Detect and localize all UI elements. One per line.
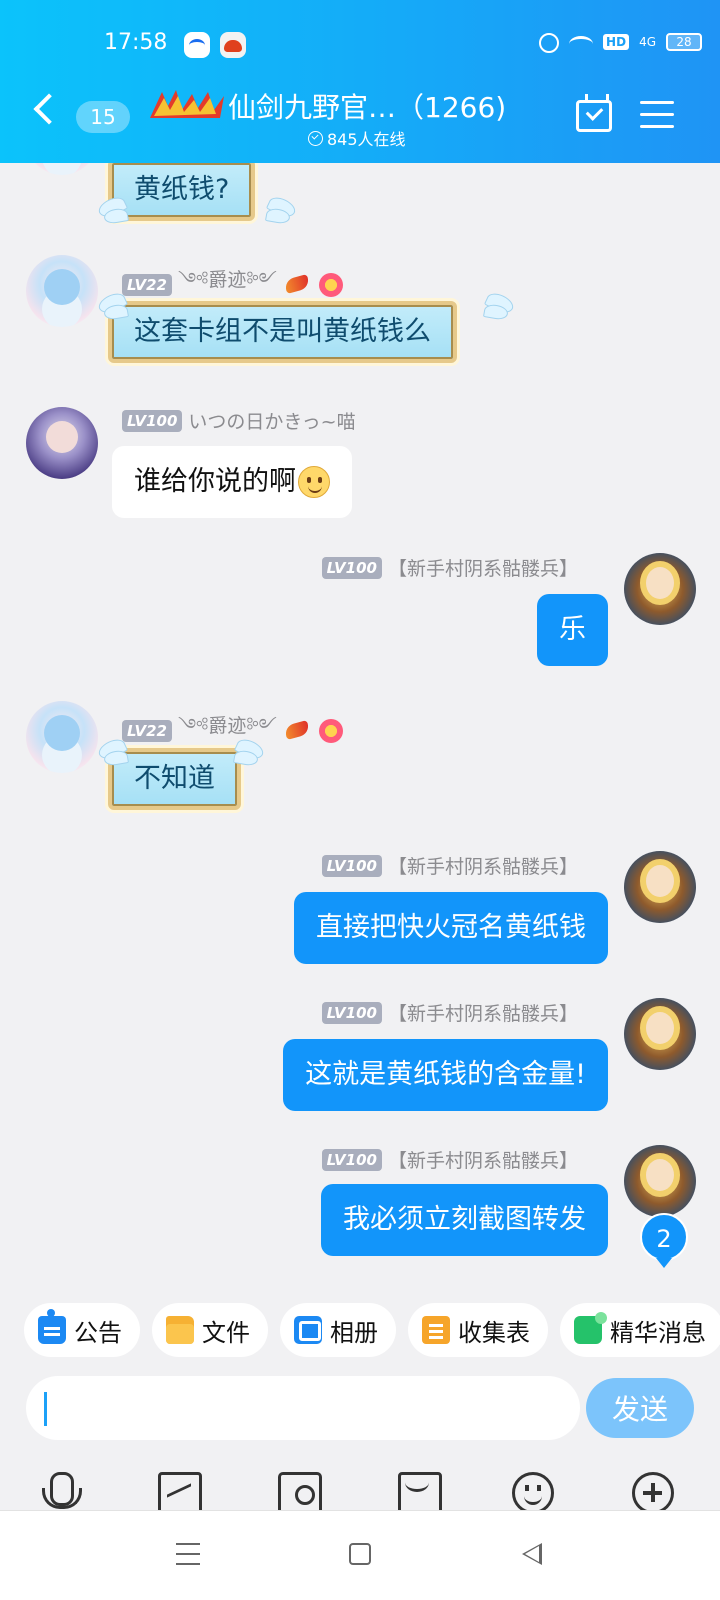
avatar[interactable] (26, 701, 98, 773)
message-list[interactable]: 黄纸钱? LV22 ༺爵迹༻ 这套卡组不是叫黄纸钱么 LV100 いつの日かきっ… (0, 163, 720, 1290)
bubble-wing-decoration (96, 193, 136, 233)
smile-emoji-icon (298, 466, 330, 498)
message-bubble[interactable]: 乐 (537, 594, 608, 666)
home-icon[interactable] (349, 1543, 371, 1565)
bubble-wing-decoration (226, 735, 266, 775)
browser-app-icon (184, 32, 210, 58)
group-logo (148, 88, 226, 122)
level-badge: LV100 (321, 854, 382, 877)
clock: 17:58 (104, 30, 168, 55)
sender-meta: LV100 【新手村阴系骷髅兵】 (321, 1146, 578, 1173)
level-badge: LV100 (321, 1001, 382, 1024)
sender-name[interactable]: 【新手村阴系骷髅兵】 (388, 852, 578, 879)
chip-label: 相册 (330, 1318, 378, 1347)
alarm-icon (539, 33, 560, 53)
wifi-icon (569, 36, 594, 52)
avatar[interactable] (26, 407, 98, 479)
avatar[interactable] (26, 255, 98, 327)
collect-form-chip[interactable]: 收集表 (408, 1303, 548, 1357)
essence-icon (574, 1312, 607, 1344)
bubble-wing-decoration (476, 289, 516, 329)
album-chip[interactable]: 相册 (280, 1303, 396, 1357)
send-button[interactable]: 发送 (586, 1378, 694, 1438)
menu-icon[interactable] (640, 101, 674, 129)
album-icon (294, 1316, 322, 1344)
message-bubble[interactable]: 我必须立刻截图转发 (321, 1184, 608, 1256)
bubble-wing-decoration (96, 735, 136, 775)
sender-meta: LV100 いつの日かきっ~喵 (122, 407, 356, 434)
unread-count-badge[interactable]: 15 (76, 101, 130, 133)
message-text: 乐 (559, 614, 586, 646)
dragon-badge-icon (283, 719, 313, 743)
avatar[interactable] (624, 851, 696, 923)
sender-name[interactable]: 【新手村阴系骷髅兵】 (388, 1146, 578, 1173)
message-bubble[interactable]: 直接把快火冠名黄纸钱 (294, 892, 608, 964)
message-text: 这套卡组不是叫黄纸钱么 (134, 316, 431, 348)
battery-icon: 28 (666, 33, 702, 51)
plus-icon[interactable] (632, 1472, 674, 1514)
online-check-icon (308, 130, 323, 146)
avatar[interactable] (624, 998, 696, 1070)
avatar[interactable] (26, 163, 98, 175)
sender-name[interactable]: 【新手村阴系骷髅兵】 (388, 554, 578, 581)
avatar[interactable] (624, 1145, 696, 1217)
chip-label: 公告 (74, 1318, 122, 1347)
bubble-wing-decoration (96, 289, 136, 329)
message-bubble[interactable]: 这就是黄纸钱的含金量! (283, 1039, 608, 1111)
message-text: 黄纸钱? (134, 174, 230, 206)
system-back-icon[interactable] (522, 1543, 542, 1565)
message-bubble[interactable]: 谁给你说的啊 (112, 446, 352, 518)
message-text: 这就是黄纸钱的含金量! (305, 1059, 586, 1091)
message-text: 不知道 (134, 763, 215, 795)
level-badge: LV100 (122, 409, 183, 432)
new-message-count-badge[interactable]: 2 (640, 1213, 688, 1268)
network-signal: 4G (639, 35, 656, 49)
flower-badge-icon (318, 273, 343, 297)
back-icon[interactable] (33, 93, 65, 125)
emoji-icon[interactable] (512, 1472, 554, 1514)
chip-label: 文件 (202, 1318, 250, 1347)
notice-chip[interactable]: 公告 (24, 1303, 140, 1357)
composer: 发送 (0, 1370, 720, 1452)
message-text: 谁给你说的啊 (134, 466, 296, 498)
chat-header: 17:58 HD 4G 28 15 仙剑九野官…（1266) 845人在线 (0, 0, 720, 163)
text-caret (44, 1392, 47, 1426)
folder-icon (166, 1316, 194, 1344)
quick-tool-bar: 公告 文件 相册 收集表 精华消息 (0, 1290, 720, 1370)
dragon-badge-icon (283, 273, 313, 297)
message-text: 我必须立刻截图转发 (343, 1204, 586, 1236)
sender-name[interactable]: いつの日かきっ~喵 (188, 407, 355, 434)
sender-meta: LV100 【新手村阴系骷髅兵】 (321, 554, 578, 581)
sender-name[interactable]: 【新手村阴系骷髅兵】 (388, 999, 578, 1026)
notice-icon (38, 1309, 66, 1344)
sender-meta: LV100 【新手村阴系骷髅兵】 (321, 999, 578, 1026)
files-chip[interactable]: 文件 (152, 1303, 268, 1357)
flower-badge-icon (318, 719, 343, 743)
message-bubble[interactable]: 这套卡组不是叫黄纸钱么 (108, 301, 457, 363)
essence-chip[interactable]: 精华消息 (560, 1303, 720, 1357)
chip-label: 收集表 (458, 1318, 530, 1347)
message-text: 直接把快火冠名黄纸钱 (316, 912, 586, 944)
collect-form-icon (422, 1316, 450, 1344)
online-status: 845人在线 (308, 126, 406, 150)
chat-title[interactable]: 仙剑九野官…（1266) (228, 86, 506, 126)
status-bar: 17:58 HD 4G 28 (0, 22, 720, 66)
chip-label: 精华消息 (610, 1318, 706, 1347)
level-badge: LV100 (321, 1148, 382, 1171)
sender-meta: LV100 【新手村阴系骷髅兵】 (321, 852, 578, 879)
bubble-wing-decoration (258, 193, 298, 233)
shopping-app-icon (220, 32, 246, 58)
message-input[interactable] (26, 1376, 580, 1440)
status-icons: HD 4G 28 (539, 31, 702, 53)
hd-badge: HD (603, 34, 630, 50)
recent-apps-icon[interactable] (176, 1543, 200, 1565)
avatar[interactable] (624, 553, 696, 625)
calendar-check-icon[interactable] (576, 94, 612, 132)
system-nav-bar (0, 1510, 720, 1600)
online-count: 845人在线 (327, 130, 406, 149)
level-badge: LV100 (321, 556, 382, 579)
